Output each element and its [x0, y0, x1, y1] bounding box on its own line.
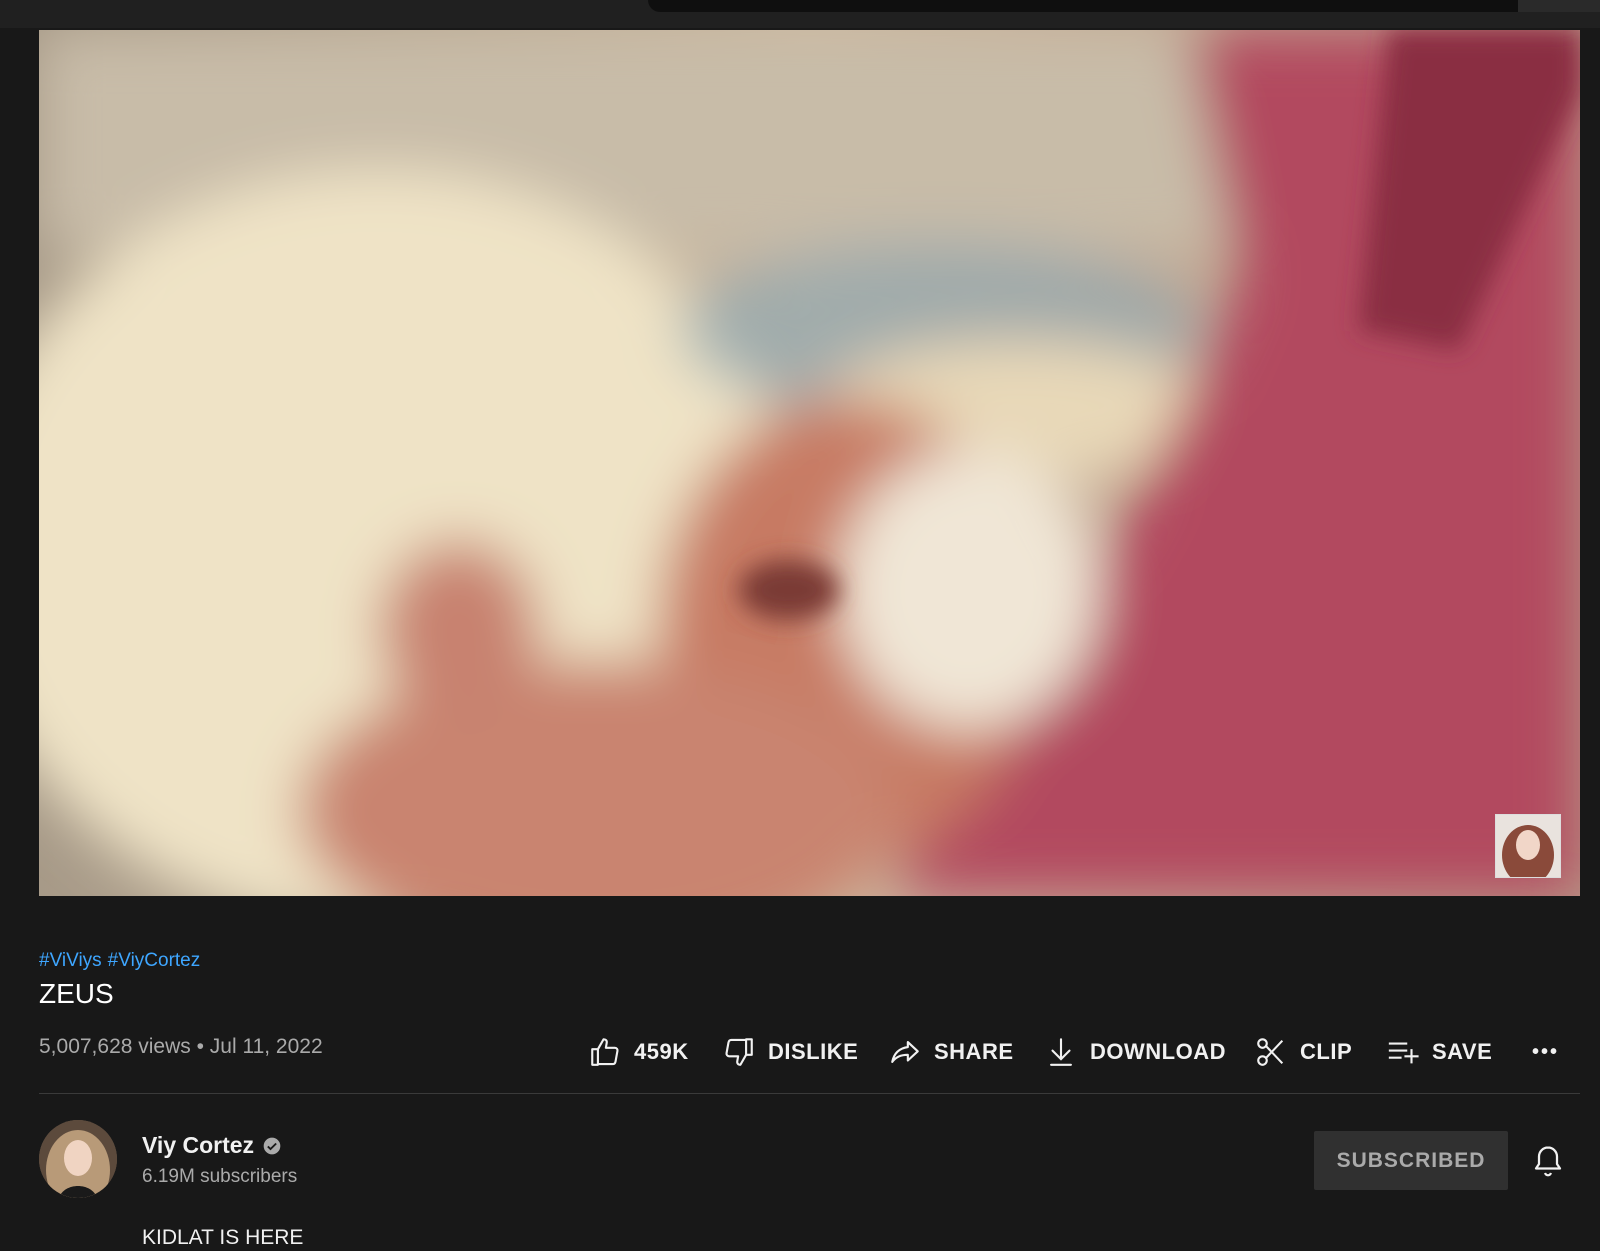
- dislike-label: DISLIKE: [768, 1039, 859, 1064]
- hashtags: #ViViys #ViyCortez: [39, 950, 206, 972]
- channel-name-text: Viy Cortez: [142, 1132, 255, 1158]
- search-button[interactable]: [1518, 0, 1600, 12]
- hashtag-link[interactable]: #ViViys: [39, 950, 102, 971]
- bell-icon: [1534, 1146, 1562, 1177]
- like-button[interactable]: 459K: [588, 1030, 689, 1074]
- masthead: [0, 0, 1600, 28]
- download-button[interactable]: DOWNLOAD: [1044, 1030, 1226, 1074]
- channel-watermark[interactable]: [1495, 814, 1561, 878]
- hashtag-link[interactable]: #ViyCortez: [108, 950, 201, 971]
- channel-avatar[interactable]: [39, 1120, 117, 1198]
- video-description: KIDLAT IS HERE: [142, 1226, 304, 1249]
- download-icon: [1050, 1038, 1072, 1066]
- share-label: SHARE: [934, 1039, 1014, 1064]
- save-button[interactable]: SAVE: [1386, 1030, 1492, 1074]
- video-frame: [39, 30, 1580, 896]
- divider: [39, 1093, 1580, 1094]
- save-label: SAVE: [1432, 1039, 1493, 1064]
- search-box[interactable]: [648, 0, 1518, 12]
- notification-bell-button[interactable]: [1530, 1142, 1566, 1180]
- share-icon: [891, 1041, 919, 1063]
- thumbs-up-icon: [591, 1038, 619, 1066]
- dislike-button[interactable]: DISLIKE: [722, 1030, 858, 1074]
- video-title: ZEUS: [39, 978, 114, 1009]
- clip-label: CLIP: [1300, 1039, 1353, 1064]
- download-label: DOWNLOAD: [1090, 1039, 1226, 1064]
- video-meta: 5,007,628 views • Jul 11, 2022: [39, 1035, 323, 1058]
- more-actions-button[interactable]: •••: [1532, 1030, 1559, 1074]
- video-player[interactable]: [39, 30, 1580, 896]
- subscriber-count: 6.19M subscribers: [142, 1166, 298, 1187]
- more-icon: •••: [1532, 1040, 1560, 1063]
- scissors-icon: [1257, 1038, 1284, 1066]
- playlist-add-icon: [1388, 1042, 1419, 1064]
- like-count: 459K: [634, 1039, 689, 1064]
- verified-icon: [263, 1137, 281, 1154]
- clip-button[interactable]: CLIP: [1254, 1030, 1352, 1074]
- share-button[interactable]: SHARE: [888, 1030, 1014, 1074]
- channel-name[interactable]: Viy Cortez: [142, 1132, 282, 1159]
- subscribe-button[interactable]: SUBSCRIBED: [1314, 1131, 1508, 1190]
- thumbs-down-icon: [725, 1038, 753, 1066]
